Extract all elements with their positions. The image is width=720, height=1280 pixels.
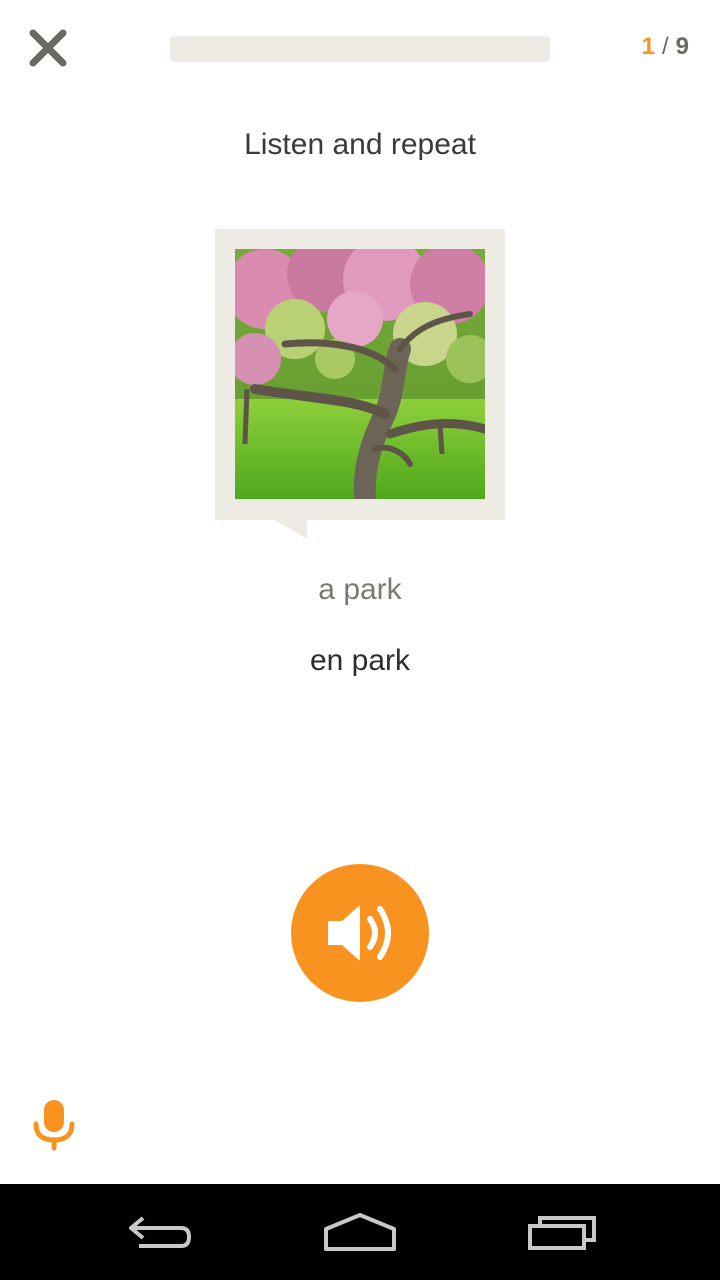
exercise-prompt: Listen and repeat [244, 128, 476, 161]
tree-photo [235, 249, 485, 499]
progress-counter: 1/9 [642, 33, 690, 61]
home-button[interactable] [310, 1202, 410, 1262]
speaker-icon [328, 905, 391, 961]
close-button[interactable] [22, 22, 74, 74]
microphone-button[interactable] [30, 1096, 78, 1152]
play-audio-button[interactable] [291, 864, 429, 1002]
translation-text: a park [318, 573, 402, 606]
recent-apps-icon [528, 1216, 596, 1250]
microphone-icon [33, 1100, 75, 1151]
back-arrow-icon [129, 1216, 192, 1248]
listen-repeat-screen: 1/9 Listen and repeat a park en park [0, 0, 720, 1280]
progress-current: 1 [641, 33, 656, 60]
home-icon [324, 1213, 396, 1251]
close-x-icon [29, 29, 67, 67]
lesson-progress-bar [170, 36, 550, 62]
system-navigation-bar [0, 1184, 720, 1280]
card-pointer [273, 519, 307, 539]
recent-apps-button[interactable] [512, 1202, 612, 1262]
target-word-text: en park [309, 644, 411, 677]
progress-separator: / [661, 33, 670, 60]
image-card [215, 229, 505, 520]
back-button[interactable] [110, 1202, 210, 1262]
progress-total: 9 [675, 33, 690, 60]
